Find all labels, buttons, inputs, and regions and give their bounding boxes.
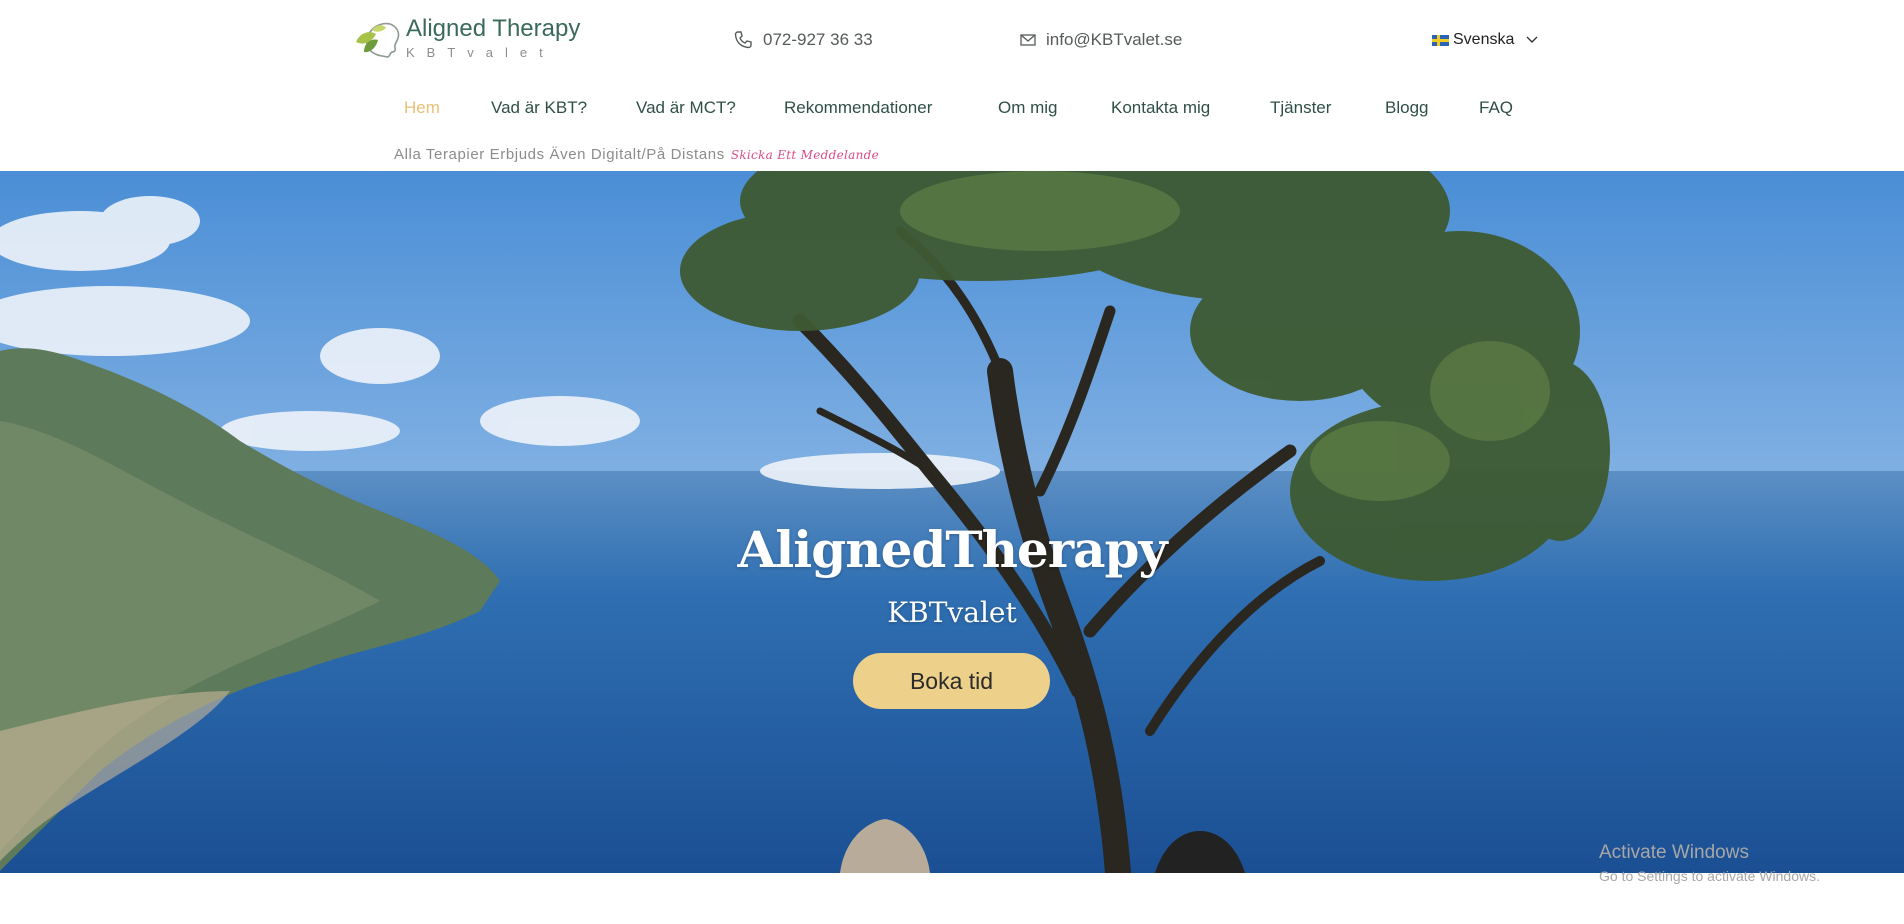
activation-title: Activate Windows bbox=[1599, 842, 1749, 863]
nav-item-tjanster[interactable]: Tjänster bbox=[1270, 98, 1331, 118]
logo-link[interactable]: Aligned Therapy KBTvalet bbox=[350, 16, 580, 62]
logo-subtitle: KBTvalet bbox=[406, 45, 555, 60]
send-message-link[interactable]: Skicka Ett Meddelande bbox=[731, 148, 879, 162]
nav-item-faq[interactable]: FAQ bbox=[1479, 98, 1513, 118]
phone-number: 072-927 36 33 bbox=[763, 30, 873, 49]
nav-item-hem[interactable]: Hem bbox=[404, 98, 440, 118]
language-selector[interactable]: Svenska bbox=[1432, 31, 1538, 49]
nav-item-kontakta-mig[interactable]: Kontakta mig bbox=[1111, 98, 1210, 118]
nav-item-vad-ar-kbt[interactable]: Vad är KBT? bbox=[491, 98, 587, 118]
phone-icon bbox=[734, 31, 752, 49]
chevron-down-icon bbox=[1526, 36, 1538, 43]
hero-banner: AlignedTherapy KBTvalet Boka tid bbox=[0, 171, 1904, 873]
windows-activation-watermark: Activate Windows Go to Settings to activ… bbox=[1599, 842, 1820, 884]
nav-item-blogg[interactable]: Blogg bbox=[1385, 98, 1428, 118]
email-link[interactable]: info@KBTvalet.se bbox=[1020, 30, 1182, 50]
nav-item-rekommendationer[interactable]: Rekommendationer bbox=[784, 98, 932, 118]
hero-title: AlignedTherapy bbox=[737, 520, 1168, 579]
tagline-text: Alla Terapier Erbjuds Även Digitalt/På D… bbox=[394, 146, 725, 163]
hero-subtitle: KBTvalet bbox=[887, 596, 1017, 629]
logo-icon bbox=[356, 22, 400, 58]
mail-icon bbox=[1020, 34, 1036, 46]
language-label: Svenska bbox=[1453, 31, 1515, 48]
activation-subtitle: Go to Settings to activate Windows. bbox=[1599, 868, 1820, 884]
phone-link[interactable]: 072-927 36 33 bbox=[733, 30, 873, 50]
logo-title: Aligned Therapy bbox=[406, 15, 581, 42]
nav-item-om-mig[interactable]: Om mig bbox=[998, 98, 1058, 118]
swedish-flag-icon bbox=[1432, 34, 1449, 46]
site-header: Aligned Therapy KBTvalet 072-927 36 33 i… bbox=[0, 0, 1904, 171]
nav-item-vad-ar-mct[interactable]: Vad är MCT? bbox=[636, 98, 736, 118]
tagline-bar: Alla Terapier Erbjuds Även Digitalt/På D… bbox=[394, 146, 879, 163]
email-address: info@KBTvalet.se bbox=[1046, 30, 1183, 49]
book-appointment-button[interactable]: Boka tid bbox=[853, 653, 1050, 709]
